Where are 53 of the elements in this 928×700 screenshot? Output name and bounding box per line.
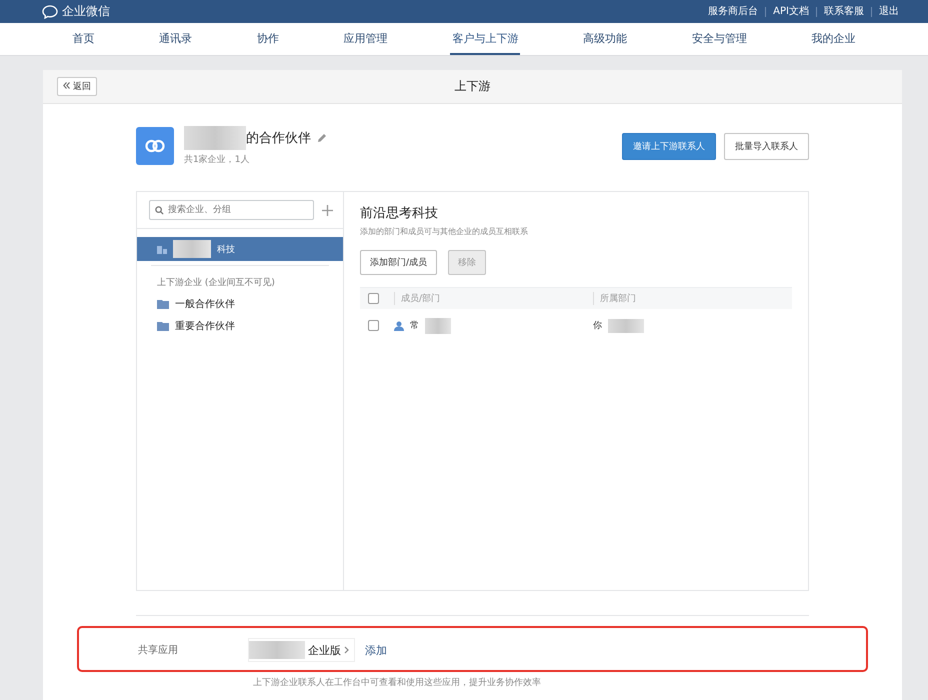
company-name: 科技 — [217, 244, 235, 256]
chat-bubble-icon — [42, 4, 58, 18]
company-description: 添加的部门和成员可与其他企业的成员互相联系 — [360, 226, 529, 237]
redaction-block — [184, 126, 246, 150]
link-rings-icon — [144, 139, 166, 153]
group-item[interactable]: 重要合作伙伴 — [175, 319, 235, 333]
partner-title: 的合作伙伴 — [246, 130, 311, 147]
folder-icon — [157, 322, 169, 330]
redaction-block — [173, 240, 211, 258]
double-chevron-icon — [63, 82, 70, 89]
page-title: 上下游 — [454, 78, 490, 95]
pencil-icon[interactable] — [317, 133, 327, 143]
folder-icon — [157, 300, 169, 308]
search-field[interactable]: 搜索企业、分组 — [149, 200, 314, 220]
nav-tab[interactable]: 通讯录 — [157, 23, 194, 55]
member-name: 常 — [410, 320, 419, 332]
column-header: 所属部门 — [593, 292, 636, 305]
nav-tab[interactable]: 首页 — [70, 23, 96, 55]
checkbox[interactable] — [368, 293, 379, 304]
redaction-block — [608, 318, 644, 332]
top-link[interactable]: API文档 — [765, 6, 816, 16]
back-button[interactable]: 返回 — [57, 77, 97, 96]
department-name: 你 — [593, 320, 602, 332]
top-link[interactable]: 服务商后台 — [701, 6, 766, 16]
nav-tab[interactable]: 高级功能 — [581, 23, 630, 55]
person-icon — [394, 320, 404, 330]
shared-apps-note: 上下游企业联系人在工作台中可查看和使用这些应用，提升业务协作效率 — [252, 676, 542, 689]
add-icon[interactable] — [322, 204, 333, 216]
group-heading: 上下游企业 (企业间互不可见) — [156, 276, 276, 289]
company-title: 前沿思考科技 — [360, 205, 439, 222]
chevron-right-icon — [344, 646, 350, 654]
invite-button[interactable]: 邀请上下游联系人 — [622, 132, 716, 160]
shared-apps-label: 共享应用 — [138, 644, 179, 657]
partner-summary: 共1家企业，1人 — [184, 154, 250, 166]
nav-tab[interactable]: 应用管理 — [342, 23, 390, 55]
logo-text: 企业微信 — [62, 3, 110, 20]
add-member-button[interactable]: 添加部门/成员 — [360, 250, 438, 275]
nav-tab[interactable]: 我的企业 — [810, 23, 858, 55]
column-header: 成员/部门 — [394, 292, 440, 305]
app-chip[interactable]: 企业版 — [248, 638, 355, 662]
top-link[interactable]: 退出 — [871, 6, 906, 16]
building-icon — [157, 244, 167, 254]
group-item[interactable]: 一般合作伙伴 — [175, 297, 235, 311]
nav-tab[interactable]: 安全与管理 — [690, 23, 749, 55]
nav-tab[interactable]: 客户与上下游 — [450, 23, 520, 55]
redaction-block — [425, 318, 451, 334]
company-item[interactable]: 科技 — [137, 237, 343, 261]
import-button[interactable]: 批量导入联系人 — [724, 132, 809, 160]
search-icon — [155, 206, 164, 214]
add-link[interactable]: 添加 — [365, 642, 387, 658]
checkbox[interactable] — [368, 320, 379, 331]
nav-tab[interactable]: 协作 — [254, 23, 281, 55]
top-link[interactable]: 联系客服 — [816, 6, 871, 16]
